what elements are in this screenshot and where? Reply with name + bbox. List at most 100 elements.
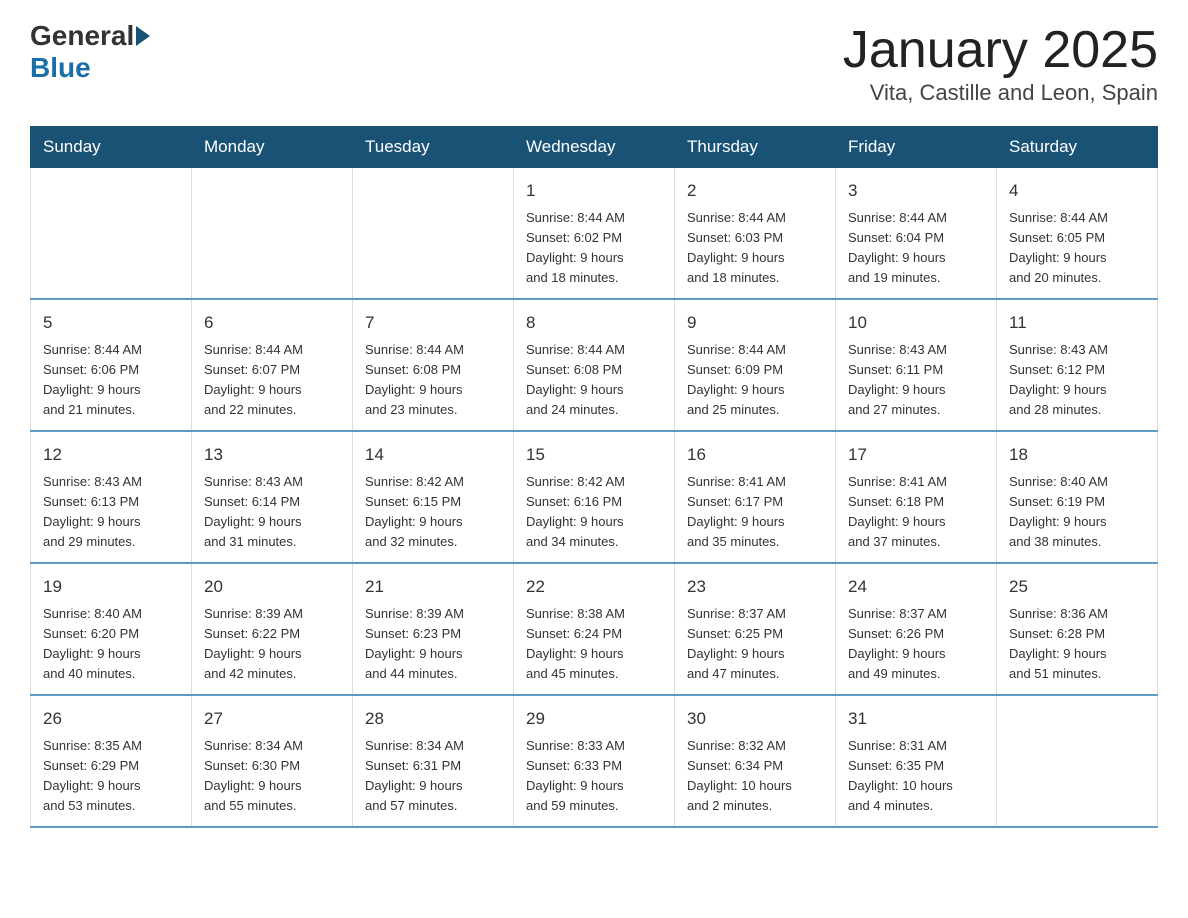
- calendar-body: 1 Sunrise: 8:44 AM Sunset: 6:02 PM Daylig…: [31, 168, 1158, 828]
- day-info-2: Sunrise: 8:44 AM Sunset: 6:03 PM Dayligh…: [687, 208, 823, 289]
- day-info-3: Sunrise: 8:44 AM Sunset: 6:04 PM Dayligh…: [848, 208, 984, 289]
- weekday-header-tuesday: Tuesday: [353, 127, 514, 168]
- day-number-13: 13: [204, 442, 340, 468]
- weekday-header-wednesday: Wednesday: [514, 127, 675, 168]
- calendar-cell-w3-d7: 18 Sunrise: 8:40 AM Sunset: 6:19 PM Dayli…: [997, 431, 1158, 563]
- calendar-cell-w4-d7: 25 Sunrise: 8:36 AM Sunset: 6:28 PM Dayli…: [997, 563, 1158, 695]
- day-info-18: Sunrise: 8:40 AM Sunset: 6:19 PM Dayligh…: [1009, 472, 1145, 553]
- day-number-14: 14: [365, 442, 501, 468]
- calendar-cell-w2-d2: 6 Sunrise: 8:44 AM Sunset: 6:07 PM Daylig…: [192, 299, 353, 431]
- day-info-26: Sunrise: 8:35 AM Sunset: 6:29 PM Dayligh…: [43, 736, 179, 817]
- calendar-week-2: 5 Sunrise: 8:44 AM Sunset: 6:06 PM Daylig…: [31, 299, 1158, 431]
- calendar-header: SundayMondayTuesdayWednesdayThursdayFrid…: [31, 127, 1158, 168]
- calendar-cell-w1-d7: 4 Sunrise: 8:44 AM Sunset: 6:05 PM Daylig…: [997, 168, 1158, 300]
- day-info-24: Sunrise: 8:37 AM Sunset: 6:26 PM Dayligh…: [848, 604, 984, 685]
- calendar-week-3: 12Sunrise: 8:43 AM Sunset: 6:13 PM Dayli…: [31, 431, 1158, 563]
- title-block: January 2025 Vita, Castille and Leon, Sp…: [843, 20, 1158, 106]
- day-number-1: 1: [526, 178, 662, 204]
- calendar-cell-w5-d6: 31Sunrise: 8:31 AM Sunset: 6:35 PM Dayli…: [836, 695, 997, 827]
- day-number-8: 8: [526, 310, 662, 336]
- day-number-2: 2: [687, 178, 823, 204]
- calendar-cell-w3-d2: 13 Sunrise: 8:43 AM Sunset: 6:14 PM Dayli…: [192, 431, 353, 563]
- day-info-30: Sunrise: 8:32 AM Sunset: 6:34 PM Dayligh…: [687, 736, 823, 817]
- day-number-11: 11: [1009, 310, 1145, 336]
- calendar-cell-w2-d3: 7 Sunrise: 8:44 AM Sunset: 6:08 PM Daylig…: [353, 299, 514, 431]
- day-info-16: Sunrise: 8:41 AM Sunset: 6:17 PM Dayligh…: [687, 472, 823, 553]
- day-number-25: 25: [1009, 574, 1145, 600]
- calendar-cell-w3-d1: 12Sunrise: 8:43 AM Sunset: 6:13 PM Dayli…: [31, 431, 192, 563]
- calendar-cell-w1-d6: 3Sunrise: 8:44 AM Sunset: 6:04 PM Daylig…: [836, 168, 997, 300]
- day-number-16: 16: [687, 442, 823, 468]
- calendar-cell-w3-d3: 14Sunrise: 8:42 AM Sunset: 6:15 PM Dayli…: [353, 431, 514, 563]
- calendar-cell-w4-d6: 24 Sunrise: 8:37 AM Sunset: 6:26 PM Dayli…: [836, 563, 997, 695]
- day-info-7: Sunrise: 8:44 AM Sunset: 6:08 PM Dayligh…: [365, 340, 501, 421]
- day-number-24: 24: [848, 574, 984, 600]
- calendar-cell-w5-d2: 27 Sunrise: 8:34 AM Sunset: 6:30 PM Dayli…: [192, 695, 353, 827]
- weekday-header-row: SundayMondayTuesdayWednesdayThursdayFrid…: [31, 127, 1158, 168]
- day-number-7: 7: [365, 310, 501, 336]
- calendar-cell-w2-d1: 5 Sunrise: 8:44 AM Sunset: 6:06 PM Daylig…: [31, 299, 192, 431]
- day-number-26: 26: [43, 706, 179, 732]
- day-info-1: Sunrise: 8:44 AM Sunset: 6:02 PM Dayligh…: [526, 208, 662, 289]
- calendar-cell-w4-d4: 22Sunrise: 8:38 AM Sunset: 6:24 PM Dayli…: [514, 563, 675, 695]
- calendar-cell-w3-d5: 16 Sunrise: 8:41 AM Sunset: 6:17 PM Dayli…: [675, 431, 836, 563]
- day-number-4: 4: [1009, 178, 1145, 204]
- day-number-28: 28: [365, 706, 501, 732]
- calendar-cell-w5-d5: 30Sunrise: 8:32 AM Sunset: 6:34 PM Dayli…: [675, 695, 836, 827]
- day-info-6: Sunrise: 8:44 AM Sunset: 6:07 PM Dayligh…: [204, 340, 340, 421]
- day-info-19: Sunrise: 8:40 AM Sunset: 6:20 PM Dayligh…: [43, 604, 179, 685]
- day-number-27: 27: [204, 706, 340, 732]
- calendar-cell-w1-d4: 1 Sunrise: 8:44 AM Sunset: 6:02 PM Daylig…: [514, 168, 675, 300]
- day-info-17: Sunrise: 8:41 AM Sunset: 6:18 PM Dayligh…: [848, 472, 984, 553]
- day-number-17: 17: [848, 442, 984, 468]
- day-number-9: 9: [687, 310, 823, 336]
- calendar-cell-w1-d2: [192, 168, 353, 300]
- day-info-23: Sunrise: 8:37 AM Sunset: 6:25 PM Dayligh…: [687, 604, 823, 685]
- day-info-11: Sunrise: 8:43 AM Sunset: 6:12 PM Dayligh…: [1009, 340, 1145, 421]
- calendar-cell-w5-d1: 26 Sunrise: 8:35 AM Sunset: 6:29 PM Dayli…: [31, 695, 192, 827]
- logo-general-text: General: [30, 20, 134, 52]
- day-number-15: 15: [526, 442, 662, 468]
- day-number-21: 21: [365, 574, 501, 600]
- day-info-9: Sunrise: 8:44 AM Sunset: 6:09 PM Dayligh…: [687, 340, 823, 421]
- calendar-cell-w4-d1: 19Sunrise: 8:40 AM Sunset: 6:20 PM Dayli…: [31, 563, 192, 695]
- calendar-cell-w5-d3: 28 Sunrise: 8:34 AM Sunset: 6:31 PM Dayli…: [353, 695, 514, 827]
- day-info-8: Sunrise: 8:44 AM Sunset: 6:08 PM Dayligh…: [526, 340, 662, 421]
- day-info-27: Sunrise: 8:34 AM Sunset: 6:30 PM Dayligh…: [204, 736, 340, 817]
- page-header: General Blue January 2025 Vita, Castille…: [30, 20, 1158, 106]
- day-number-20: 20: [204, 574, 340, 600]
- calendar-table: SundayMondayTuesdayWednesdayThursdayFrid…: [30, 126, 1158, 828]
- day-info-4: Sunrise: 8:44 AM Sunset: 6:05 PM Dayligh…: [1009, 208, 1145, 289]
- day-info-13: Sunrise: 8:43 AM Sunset: 6:14 PM Dayligh…: [204, 472, 340, 553]
- location-title: Vita, Castille and Leon, Spain: [843, 80, 1158, 106]
- calendar-cell-w4-d5: 23 Sunrise: 8:37 AM Sunset: 6:25 PM Dayli…: [675, 563, 836, 695]
- day-number-18: 18: [1009, 442, 1145, 468]
- day-number-5: 5: [43, 310, 179, 336]
- day-number-6: 6: [204, 310, 340, 336]
- day-number-29: 29: [526, 706, 662, 732]
- day-number-12: 12: [43, 442, 179, 468]
- logo-arrow-icon: [136, 26, 150, 46]
- calendar-cell-w2-d5: 9 Sunrise: 8:44 AM Sunset: 6:09 PM Daylig…: [675, 299, 836, 431]
- day-info-5: Sunrise: 8:44 AM Sunset: 6:06 PM Dayligh…: [43, 340, 179, 421]
- weekday-header-sunday: Sunday: [31, 127, 192, 168]
- logo-blue-text: Blue: [30, 52, 91, 84]
- day-info-22: Sunrise: 8:38 AM Sunset: 6:24 PM Dayligh…: [526, 604, 662, 685]
- calendar-cell-w3-d6: 17 Sunrise: 8:41 AM Sunset: 6:18 PM Dayli…: [836, 431, 997, 563]
- weekday-header-saturday: Saturday: [997, 127, 1158, 168]
- day-info-21: Sunrise: 8:39 AM Sunset: 6:23 PM Dayligh…: [365, 604, 501, 685]
- calendar-cell-w5-d4: 29Sunrise: 8:33 AM Sunset: 6:33 PM Dayli…: [514, 695, 675, 827]
- day-info-20: Sunrise: 8:39 AM Sunset: 6:22 PM Dayligh…: [204, 604, 340, 685]
- calendar-week-4: 19Sunrise: 8:40 AM Sunset: 6:20 PM Dayli…: [31, 563, 1158, 695]
- calendar-cell-w1-d5: 2 Sunrise: 8:44 AM Sunset: 6:03 PM Daylig…: [675, 168, 836, 300]
- calendar-cell-w1-d1: [31, 168, 192, 300]
- day-number-23: 23: [687, 574, 823, 600]
- day-info-25: Sunrise: 8:36 AM Sunset: 6:28 PM Dayligh…: [1009, 604, 1145, 685]
- day-number-31: 31: [848, 706, 984, 732]
- day-info-15: Sunrise: 8:42 AM Sunset: 6:16 PM Dayligh…: [526, 472, 662, 553]
- weekday-header-monday: Monday: [192, 127, 353, 168]
- calendar-week-5: 26 Sunrise: 8:35 AM Sunset: 6:29 PM Dayli…: [31, 695, 1158, 827]
- logo: General Blue: [30, 20, 152, 84]
- day-info-28: Sunrise: 8:34 AM Sunset: 6:31 PM Dayligh…: [365, 736, 501, 817]
- month-title: January 2025: [843, 20, 1158, 80]
